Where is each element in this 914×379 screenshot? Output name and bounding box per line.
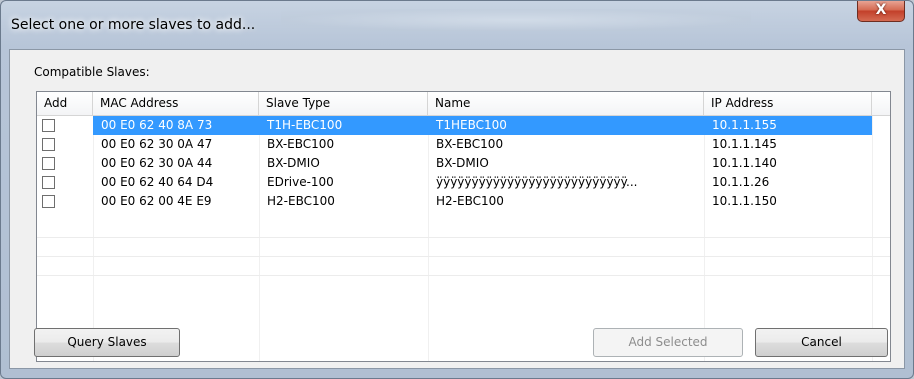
add-checkbox[interactable] bbox=[42, 138, 55, 151]
ip-cell: 10.1.1.150 bbox=[712, 194, 777, 208]
mac-cell: 00 E0 62 40 8A 73 bbox=[101, 118, 213, 132]
name-cell: BX-EBC100 bbox=[436, 137, 504, 151]
grid-line bbox=[37, 256, 890, 257]
name-cell: BX-DMIO bbox=[436, 156, 489, 170]
table-row[interactable]: 00 E0 62 30 0A 47 BX-EBC100 BX-EBC100 10… bbox=[37, 135, 890, 154]
ip-cell: 10.1.1.155 bbox=[712, 118, 777, 132]
mac-cell: 00 E0 62 00 4E E9 bbox=[101, 194, 212, 208]
slaves-list[interactable]: Add MAC Address Slave Type Name IP Addre… bbox=[36, 91, 891, 362]
column-header-ip[interactable]: IP Address bbox=[704, 92, 872, 115]
column-header-mac[interactable]: MAC Address bbox=[93, 92, 259, 115]
type-cell: BX-EBC100 bbox=[267, 137, 335, 151]
compatible-slaves-label: Compatible Slaves: bbox=[34, 65, 150, 79]
name-cell: T1HEBC100 bbox=[436, 118, 507, 132]
mac-cell: 00 E0 62 40 64 D4 bbox=[101, 175, 214, 189]
column-header-type[interactable]: Slave Type bbox=[259, 92, 428, 115]
table-row[interactable]: 00 E0 62 40 64 D4 EDrive-100 ÿÿÿÿÿÿÿÿÿÿÿ… bbox=[37, 173, 890, 192]
table-row[interactable]: 00 E0 62 00 4E E9 H2-EBC100 H2-EBC100 10… bbox=[37, 192, 890, 211]
column-header-filler bbox=[872, 92, 890, 115]
ip-cell: 10.1.1.145 bbox=[712, 137, 777, 151]
add-checkbox[interactable] bbox=[42, 119, 55, 132]
type-cell: H2-EBC100 bbox=[267, 194, 335, 208]
add-selected-button[interactable]: Add Selected bbox=[593, 328, 743, 357]
ip-cell: 10.1.1.26 bbox=[712, 175, 770, 189]
cancel-button[interactable]: Cancel bbox=[755, 328, 888, 357]
type-cell: BX-DMIO bbox=[267, 156, 320, 170]
type-cell: EDrive-100 bbox=[267, 175, 334, 189]
window-title: Select one or more slaves to add... bbox=[11, 17, 256, 33]
type-cell: T1H-EBC100 bbox=[267, 118, 343, 132]
name-cell: ÿÿÿÿÿÿÿÿÿÿÿÿÿÿÿÿÿÿÿÿÿÿÿÿÿÿÿ... bbox=[436, 175, 638, 189]
dialog-window: Select one or more slaves to add... X Co… bbox=[0, 0, 914, 379]
mac-cell: 00 E0 62 30 0A 47 bbox=[101, 137, 213, 151]
column-header-add[interactable]: Add bbox=[37, 92, 93, 115]
table-row[interactable]: 00 E0 62 40 8A 73 T1H-EBC100 T1HEBC100 1… bbox=[37, 116, 890, 135]
dialog-client-area: Compatible Slaves: Add MAC Address Slave… bbox=[9, 49, 905, 369]
close-button[interactable]: X bbox=[857, 1, 905, 22]
add-checkbox[interactable] bbox=[42, 195, 55, 208]
close-icon: X bbox=[875, 2, 887, 18]
list-header: Add MAC Address Slave Type Name IP Addre… bbox=[37, 92, 890, 116]
query-slaves-button[interactable]: Query Slaves bbox=[34, 328, 180, 357]
title-bar-blur bbox=[281, 9, 751, 31]
ip-cell: 10.1.1.140 bbox=[712, 156, 777, 170]
column-header-name[interactable]: Name bbox=[428, 92, 704, 115]
table-row[interactable]: 00 E0 62 30 0A 44 BX-DMIO BX-DMIO 10.1.1… bbox=[37, 154, 890, 173]
title-bar[interactable]: Select one or more slaves to add... X bbox=[1, 1, 913, 49]
name-cell: H2-EBC100 bbox=[436, 194, 504, 208]
add-checkbox[interactable] bbox=[42, 176, 55, 189]
grid-line bbox=[37, 275, 890, 276]
grid-line bbox=[37, 237, 890, 238]
add-checkbox[interactable] bbox=[42, 157, 55, 170]
mac-cell: 00 E0 62 30 0A 44 bbox=[101, 156, 213, 170]
